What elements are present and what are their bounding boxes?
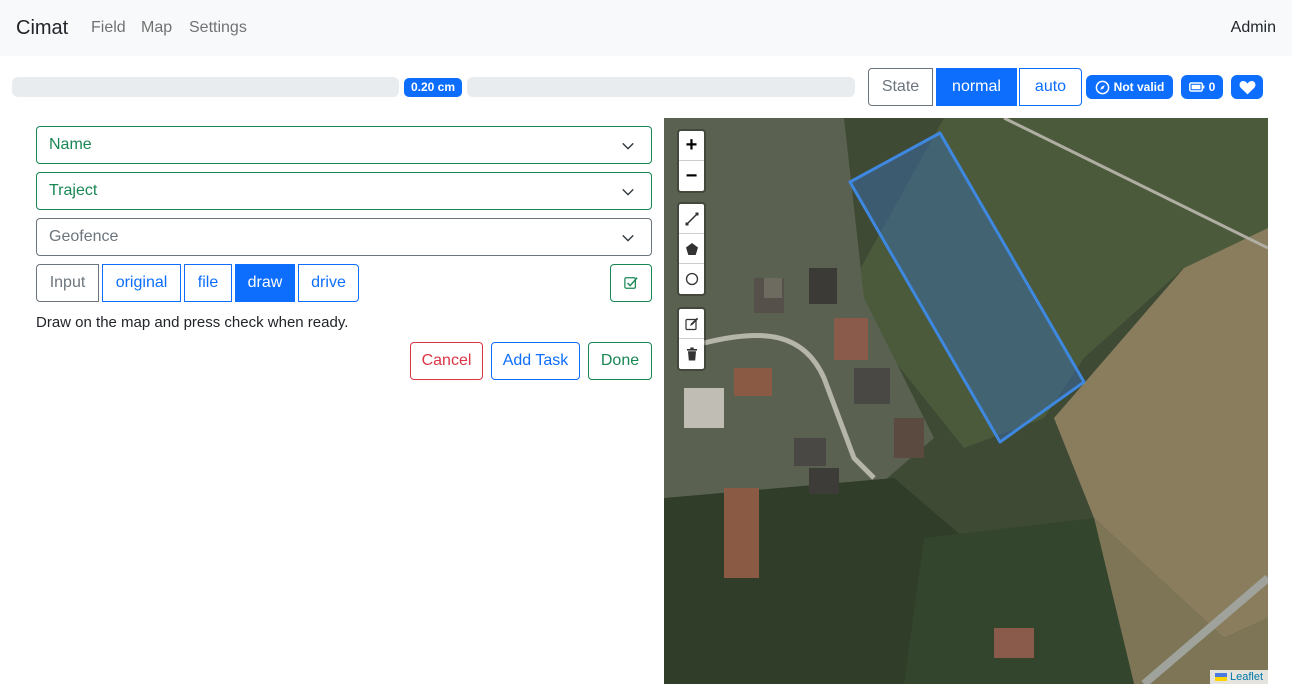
nav-admin[interactable]: Admin bbox=[1231, 19, 1276, 37]
input-label-button: Input bbox=[36, 264, 99, 302]
polyline-icon[interactable] bbox=[679, 204, 704, 234]
cancel-button[interactable]: Cancel bbox=[410, 342, 483, 380]
attribution-link[interactable]: Leaflet bbox=[1230, 671, 1263, 683]
traject-select[interactable]: Traject bbox=[36, 172, 652, 210]
valid-badge[interactable]: Not valid bbox=[1086, 75, 1173, 99]
name-select[interactable]: Name bbox=[36, 126, 652, 164]
nav-map[interactable]: Map bbox=[141, 19, 172, 37]
progress-bar-right bbox=[467, 77, 855, 97]
state-button[interactable]: State bbox=[868, 68, 933, 106]
circle-icon[interactable] bbox=[679, 264, 704, 294]
zoom-control: + − bbox=[677, 129, 706, 193]
battery-icon bbox=[1188, 82, 1205, 92]
heart-badge[interactable] bbox=[1231, 75, 1263, 99]
polygon-icon[interactable] bbox=[679, 234, 704, 264]
satellite-imagery bbox=[664, 118, 1268, 684]
progress-label: 0.20 cm bbox=[404, 78, 462, 97]
zoom-out-button[interactable]: − bbox=[679, 161, 704, 191]
heart-icon bbox=[1239, 80, 1255, 94]
edit-toolbar bbox=[677, 307, 706, 371]
progress-bar-left bbox=[12, 77, 399, 97]
confirm-check-button[interactable] bbox=[610, 264, 652, 302]
battery-count: 0 bbox=[1208, 80, 1216, 94]
map-attribution[interactable]: Leaflet bbox=[1209, 670, 1268, 684]
geofence-select-label: Geofence bbox=[49, 228, 119, 245]
zoom-in-button[interactable]: + bbox=[679, 131, 704, 161]
input-draw-button[interactable]: draw bbox=[235, 264, 295, 302]
nav-settings[interactable]: Settings bbox=[189, 19, 247, 37]
map-view[interactable]: + − Leaflet bbox=[664, 118, 1268, 684]
nav-field[interactable]: Field bbox=[91, 19, 126, 37]
edit-icon[interactable] bbox=[679, 309, 704, 339]
battery-badge[interactable]: 0 bbox=[1181, 75, 1223, 99]
navbar: Cimat Field Map Settings Admin bbox=[0, 0, 1292, 56]
input-drive-button[interactable]: drive bbox=[298, 264, 359, 302]
draw-hint: Draw on the map and press check when rea… bbox=[36, 314, 349, 331]
draw-toolbar bbox=[677, 202, 706, 296]
check-square-icon bbox=[624, 277, 638, 289]
ukraine-flag-icon bbox=[1214, 673, 1227, 681]
chevron-down-icon bbox=[622, 142, 634, 150]
done-button[interactable]: Done bbox=[588, 342, 652, 380]
trash-icon[interactable] bbox=[679, 339, 704, 369]
valid-label: Not valid bbox=[1113, 80, 1165, 94]
compass-icon bbox=[1095, 80, 1109, 94]
mode-normal-button[interactable]: normal bbox=[936, 68, 1017, 106]
input-file-button[interactable]: file bbox=[184, 264, 232, 302]
brand[interactable]: Cimat bbox=[16, 17, 68, 40]
chevron-down-icon bbox=[622, 188, 634, 196]
mode-auto-button[interactable]: auto bbox=[1019, 68, 1082, 106]
add-task-button[interactable]: Add Task bbox=[491, 342, 580, 380]
chevron-down-icon bbox=[622, 234, 634, 242]
traject-select-label: Traject bbox=[49, 182, 98, 199]
name-select-label: Name bbox=[49, 136, 92, 153]
input-original-button[interactable]: original bbox=[102, 264, 181, 302]
geofence-select[interactable]: Geofence bbox=[36, 218, 652, 256]
